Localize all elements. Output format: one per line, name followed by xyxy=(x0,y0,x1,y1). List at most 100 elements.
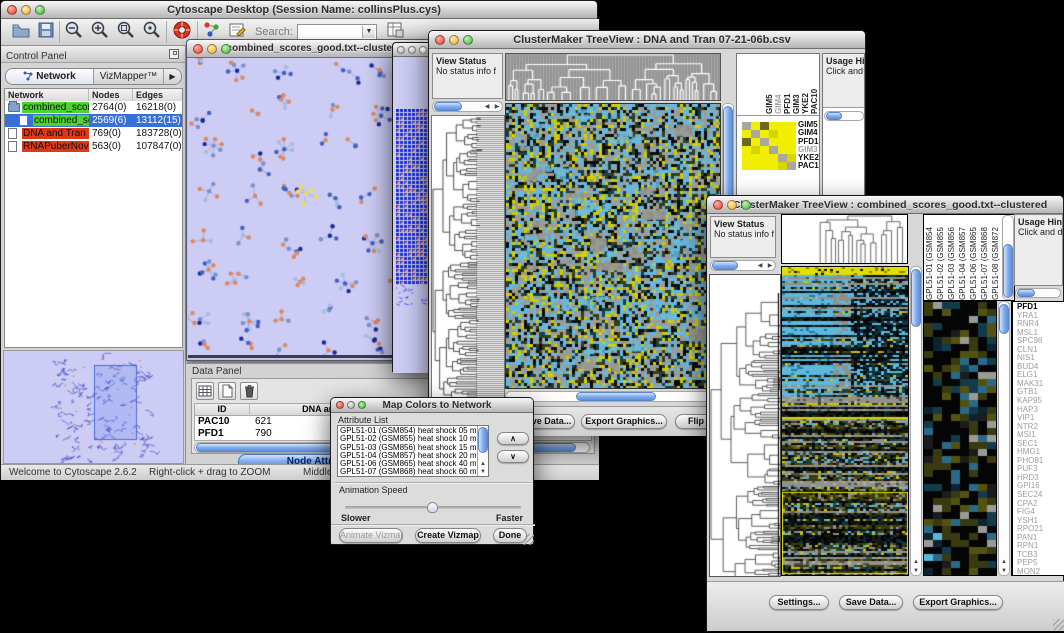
attribute-list-vscrollbar[interactable]: ▲ ▼ xyxy=(477,426,488,476)
tv1-column-label[interactable]: GIM3 xyxy=(792,64,801,114)
resize-grip[interactable] xyxy=(1053,619,1064,630)
minimize-icon[interactable] xyxy=(727,200,737,210)
tab-network[interactable]: Network xyxy=(6,69,94,84)
tv1-row-dendrogram[interactable] xyxy=(431,115,505,404)
window-controls[interactable] xyxy=(713,200,751,210)
tv2-column-tree[interactable] xyxy=(781,214,908,264)
column-header-id[interactable]: ID xyxy=(195,404,250,416)
column-header-edges[interactable]: Edges xyxy=(133,89,183,101)
scroll-left-icon[interactable]: ◀ xyxy=(755,262,765,270)
move-down-button[interactable]: ∨ xyxy=(497,450,529,463)
close-icon[interactable] xyxy=(7,5,17,15)
tv2-column-label[interactable]: GPL51-04 (GSM857 xyxy=(958,217,969,300)
tv2-global-heatmap[interactable] xyxy=(781,266,909,576)
tv1-row-label[interactable]: PAC10 xyxy=(798,162,820,170)
close-icon[interactable] xyxy=(713,200,723,210)
zoom-window-icon[interactable] xyxy=(419,46,427,54)
save-data-button[interactable]: Save Data... xyxy=(839,595,903,610)
minimize-icon[interactable] xyxy=(449,35,459,45)
settings-button[interactable]: Settings... xyxy=(769,595,829,610)
window-controls[interactable] xyxy=(7,5,45,15)
export-graphics-button[interactable]: Export Graphics... xyxy=(913,595,1003,610)
tv2-column-label[interactable]: GPL51-07 (GSM868 xyxy=(980,217,991,300)
save-icon[interactable] xyxy=(37,21,55,44)
tv2-column-labels[interactable]: GPL51-01 (GSM854GPL51-02 (GSM855GPL51-03… xyxy=(925,216,1002,300)
tv1-column-label[interactable]: YKE2 xyxy=(801,64,810,114)
tv1-similarity-matrix[interactable] xyxy=(742,122,796,170)
tv1-column-label[interactable]: GIM4 xyxy=(774,64,783,114)
animate-vizmap-button[interactable]: Animate Vizmap xyxy=(339,528,403,543)
tv2-global-vscrollbar[interactable]: ▲ ▼ xyxy=(910,266,922,576)
tv2-column-label[interactable]: GPL51-02 (GSM855 xyxy=(936,217,947,300)
tv2-status-scrollbar[interactable]: ◀ ▶ xyxy=(710,260,776,271)
network-list-row[interactable]: combined_scores2764(0)16218(0) xyxy=(5,101,182,114)
scrollbar-thumb[interactable] xyxy=(911,269,921,327)
table-grid-icon[interactable] xyxy=(196,382,214,400)
float-panel-icon[interactable] xyxy=(169,49,179,59)
zoom-window-icon[interactable] xyxy=(463,35,473,45)
main-titlebar[interactable]: Cytoscape Desktop (Session Name: collins… xyxy=(1,1,597,19)
tv1-column-labels[interactable]: GIM5GIM4PFD1GIM3YKE2PAC10 xyxy=(737,54,820,116)
window-controls[interactable] xyxy=(435,35,473,45)
scroll-up-icon[interactable]: ▲ xyxy=(911,558,921,566)
zoom-window-icon[interactable] xyxy=(741,200,751,210)
gene-label[interactable]: MON2 xyxy=(1017,568,1043,576)
attribute-item[interactable]: GPL51-07 (GSM868) heat shock 60 min xyxy=(340,468,476,476)
tv2-gene-labels[interactable]: PFD1YRA1RNR4MSL1SPC98CLN1NIS1BUD4ELG1MAK… xyxy=(1017,303,1043,576)
done-button[interactable]: Done xyxy=(493,528,527,543)
search-input[interactable]: ▼ xyxy=(297,24,377,40)
new-attribute-icon[interactable] xyxy=(218,382,236,400)
network-list-row[interactable]: DNA and Tran 07769(0)183728(0) xyxy=(5,127,182,140)
network-overview-canvas[interactable] xyxy=(4,351,183,463)
close-icon[interactable] xyxy=(397,46,405,54)
close-icon[interactable] xyxy=(193,44,203,54)
open-file-icon[interactable] xyxy=(11,21,31,44)
zoom-window-icon[interactable] xyxy=(35,5,45,15)
zoom-window-icon[interactable] xyxy=(221,44,231,54)
scroll-right-icon[interactable]: ▶ xyxy=(765,262,775,270)
scrollbar-thumb[interactable] xyxy=(1003,244,1013,298)
column-header-network[interactable]: Network xyxy=(5,89,89,101)
column-header-nodes[interactable]: Nodes xyxy=(89,89,133,101)
tv2-column-label[interactable]: GPL51-03 (GSM856 xyxy=(947,217,958,300)
zoom-window-icon[interactable] xyxy=(358,401,366,409)
scrollbar-thumb[interactable] xyxy=(826,112,842,120)
scroll-down-icon[interactable]: ▼ xyxy=(999,567,1009,575)
tv1-row-labels[interactable]: GIM5GIM4PFD1GIM3YKE2PAC10 xyxy=(798,121,820,173)
tab-vizmapper[interactable]: VizMapper™ xyxy=(94,69,163,84)
slider-thumb[interactable] xyxy=(427,502,438,513)
close-icon[interactable] xyxy=(435,35,445,45)
scroll-down-icon[interactable]: ▼ xyxy=(478,468,488,476)
tv2-usage-scrollbar[interactable] xyxy=(1015,288,1061,298)
tv1-column-label[interactable]: PAC10 xyxy=(810,64,819,114)
minimize-icon[interactable] xyxy=(207,44,217,54)
scroll-down-icon[interactable]: ▼ xyxy=(911,567,921,575)
export-graphics-button[interactable]: Export Graphics... xyxy=(581,414,667,429)
attribute-list[interactable]: GPL51-01 (GSM854) heat shock 05 minGPL51… xyxy=(337,425,489,477)
move-up-button[interactable]: ∧ xyxy=(497,432,529,445)
tv2-column-label[interactable]: GPL51-01 (GSM854 xyxy=(925,217,936,300)
scrollbar-thumb[interactable] xyxy=(576,392,656,401)
delete-attribute-icon[interactable] xyxy=(240,382,258,400)
tv1-column-label[interactable]: GIM5 xyxy=(765,64,774,114)
tv2-zoom-heatmap[interactable] xyxy=(923,301,997,576)
zoom-selected-icon[interactable] xyxy=(142,20,162,45)
scrollbar-thumb[interactable] xyxy=(434,102,462,111)
tv1-hscrollbar[interactable] xyxy=(505,391,721,402)
scroll-up-icon[interactable]: ▲ xyxy=(478,460,488,468)
tv1-heatmap[interactable] xyxy=(505,103,721,389)
zoom-in-icon[interactable] xyxy=(90,20,110,45)
scroll-left-icon[interactable]: ◀ xyxy=(482,103,492,111)
animation-speed-slider[interactable] xyxy=(345,502,521,512)
scrollbar-thumb[interactable] xyxy=(478,427,488,453)
close-icon[interactable] xyxy=(336,401,344,409)
network-overview-panel[interactable] xyxy=(3,350,184,464)
tv1-column-label[interactable]: PFD1 xyxy=(783,64,792,114)
tv2-zoom-vscrollbar[interactable]: ▲ ▼ xyxy=(998,301,1010,576)
tv1-usage-scrollbar[interactable] xyxy=(824,111,864,121)
minimize-icon[interactable] xyxy=(347,401,355,409)
scrollbar-thumb[interactable] xyxy=(1017,289,1035,297)
network-list-row[interactable]: combined_sco2569(6)13112(15) xyxy=(5,114,182,127)
zoom-out-icon[interactable] xyxy=(64,20,84,45)
tv2-row-dendrogram[interactable] xyxy=(709,274,781,577)
